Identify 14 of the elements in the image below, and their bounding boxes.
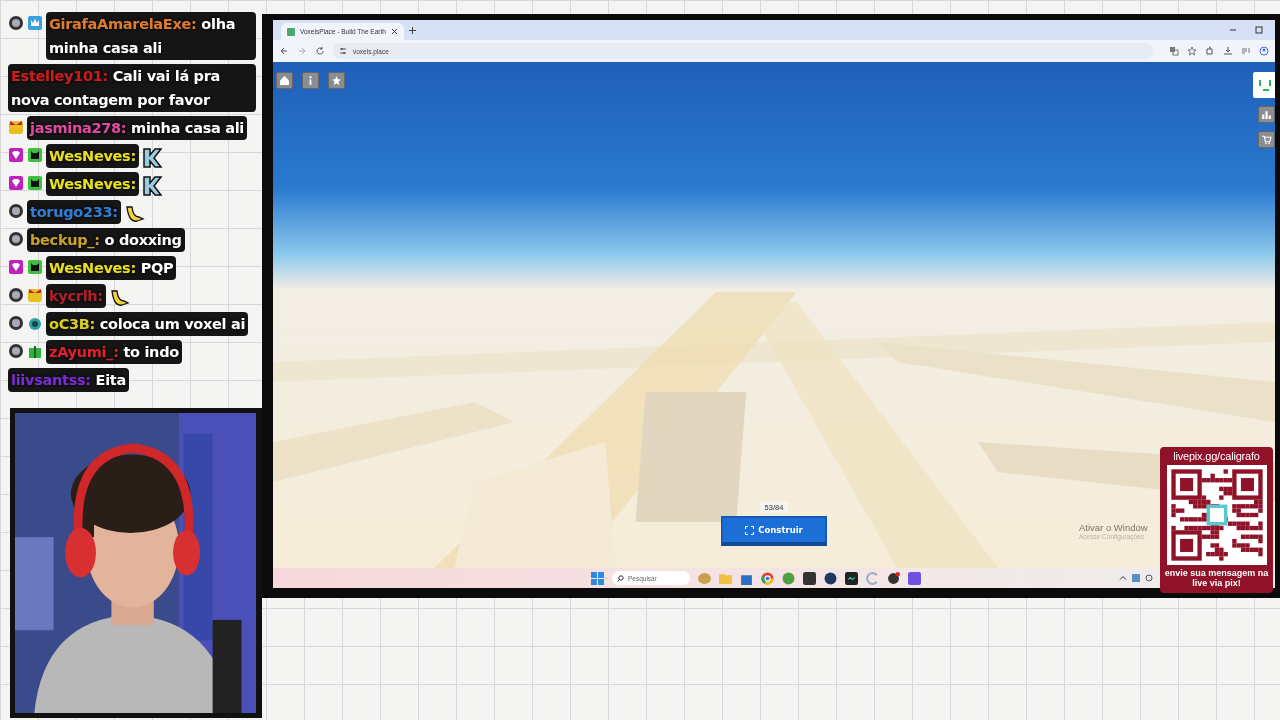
chat-message: zAyumi_: to indo [46, 340, 182, 364]
chat-message: GirafaAmarelaExe: olha minha casa ali [46, 12, 256, 60]
activation-title: Ativar o Window [1079, 522, 1148, 533]
chat-message: WesNeves: PQP [46, 256, 177, 280]
chat-username: torugo233: [27, 200, 121, 224]
chat-username: WesNeves: [46, 172, 139, 196]
chat-message: oC3B: coloca um voxel ai [46, 312, 249, 336]
build-button[interactable]: Construir [721, 516, 827, 546]
chat-message: liivsantss: Eita [8, 368, 129, 392]
chat-message: beckup_: o doxxing [27, 228, 185, 252]
chat-message: jasmina278: minha casa ali [27, 116, 248, 140]
donation-caption: envie sua mensagem na live via pix! [1163, 568, 1270, 588]
chat-username: kycrlh: [46, 284, 106, 308]
chat-username: WesNeves: [46, 144, 139, 168]
